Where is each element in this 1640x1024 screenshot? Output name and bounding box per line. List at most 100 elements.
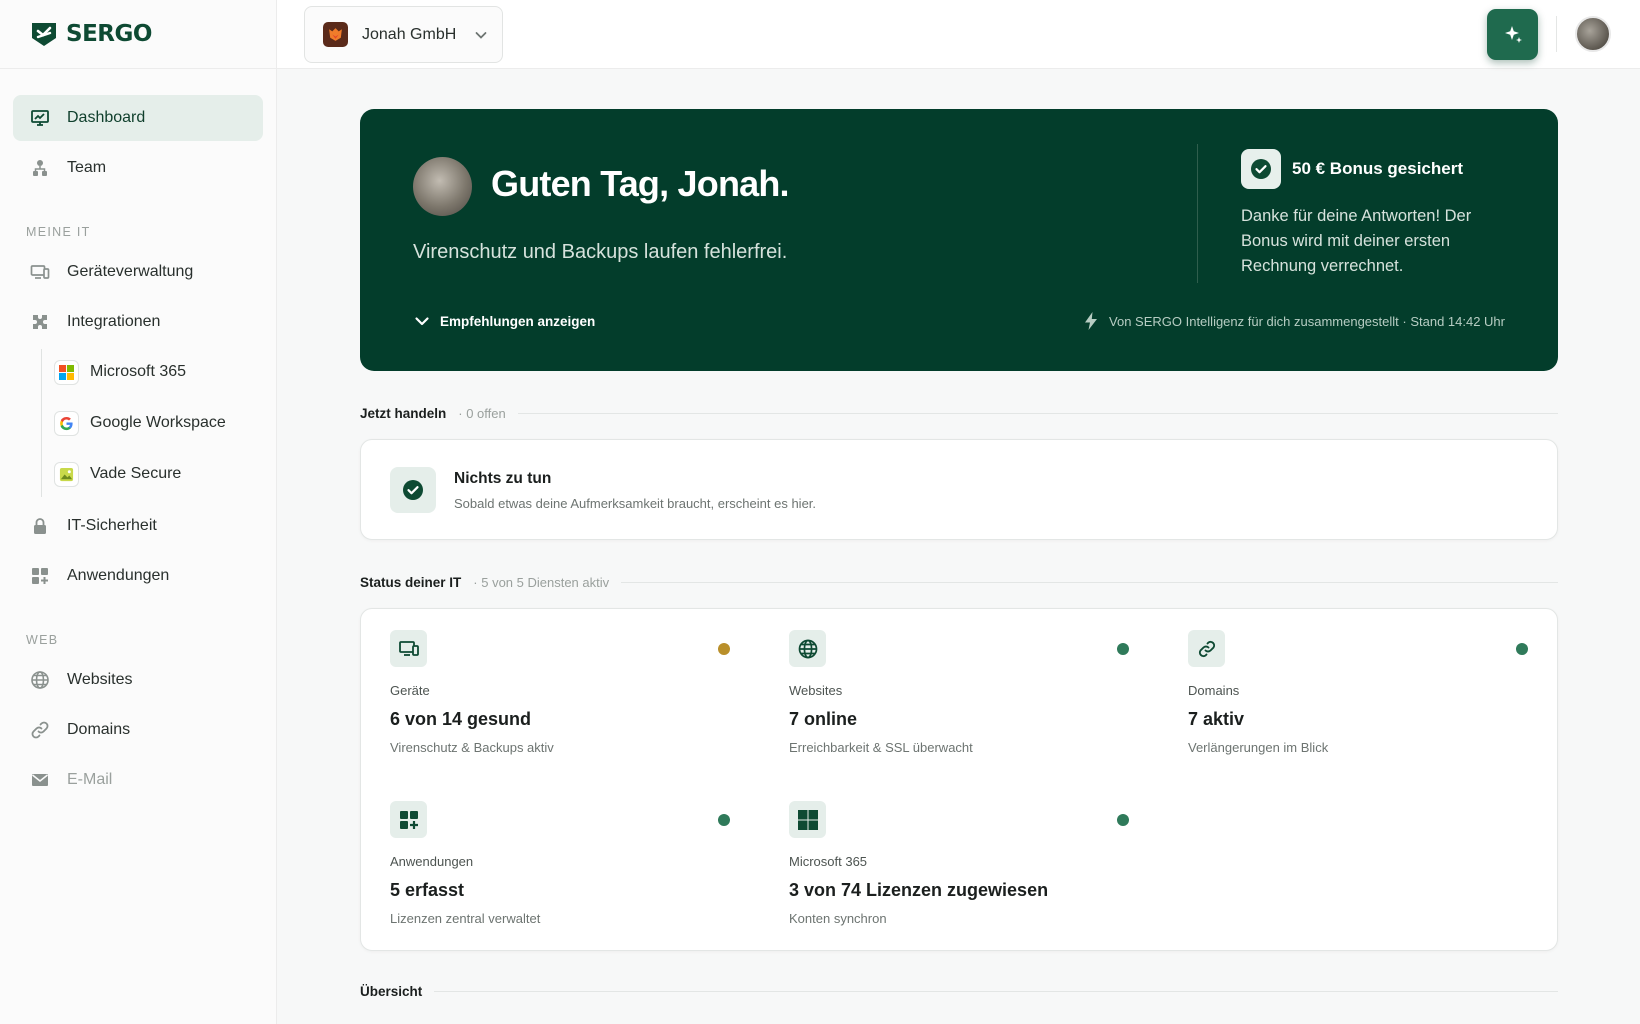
status-tile-geraete[interactable]: Geräte 6 von 14 gesund Virenschutz & Bac… bbox=[390, 630, 730, 780]
sidebar-subitem-label: Microsoft 365 bbox=[90, 363, 187, 380]
devices-icon bbox=[30, 262, 50, 282]
tile-subtitle: Erreichbarkeit & SSL überwacht bbox=[789, 740, 973, 755]
sidebar-item-label: Dashboard bbox=[67, 109, 146, 126]
apps-icon bbox=[30, 566, 50, 586]
status-tile-anwendungen[interactable]: Anwendungen 5 erfasst Lizenzen zentral v… bbox=[390, 801, 730, 951]
sidebar-item-anwendungen[interactable]: Anwendungen bbox=[13, 553, 263, 599]
user-avatar[interactable] bbox=[1575, 16, 1611, 52]
sidebar-item-label: E-Mail bbox=[67, 771, 113, 788]
tile-value: 7 online bbox=[789, 709, 858, 729]
sidebar-subitem-label: Google Workspace bbox=[90, 414, 226, 431]
sidebar-item-integrationen[interactable]: Integrationen bbox=[13, 299, 263, 345]
lock-icon bbox=[30, 516, 50, 536]
chevron-down-icon bbox=[475, 31, 487, 39]
sidebar-nav: Dashboard Team MEINE IT Geräteverwaltung… bbox=[0, 69, 276, 803]
status-tile-microsoft-365[interactable]: Microsoft 365 3 von 74 Lizenzen zugewies… bbox=[789, 801, 1129, 951]
banner-meta-text: Von SERGO Intelligenz für dich zusammeng… bbox=[1109, 313, 1505, 329]
chevron-down-icon bbox=[415, 317, 429, 326]
bonus-text: Danke für deine Antworten! Der Bonus wir… bbox=[1241, 207, 1472, 275]
welcome-banner: Guten Tag, Jonah. Virenschutz und Backup… bbox=[360, 109, 1558, 371]
sidebar-item-label: Websites bbox=[67, 671, 133, 688]
section-divider bbox=[434, 991, 1558, 992]
sidebar-subitem-vade-secure[interactable]: Vade Secure bbox=[54, 451, 263, 497]
globe-icon bbox=[30, 670, 50, 690]
brand[interactable]: SERGO bbox=[0, 0, 276, 69]
status-section-title: Status deiner IT bbox=[360, 575, 462, 590]
organization-name: Jonah GmbH bbox=[362, 25, 457, 43]
section-label-web: WEB bbox=[26, 633, 59, 647]
topbar: Jonah GmbH bbox=[277, 0, 1640, 69]
status-dot bbox=[1117, 643, 1129, 655]
banner-divider bbox=[1197, 144, 1198, 283]
welcome-subtitle: Virenschutz und Backups laufen fehlerfre… bbox=[413, 241, 788, 263]
sidebar-item-it-sicherheit[interactable]: IT-Sicherheit bbox=[13, 503, 263, 549]
sidebar-subitem-google-workspace[interactable]: Google Workspace bbox=[54, 400, 263, 446]
it-status-card: Geräte 6 von 14 gesund Virenschutz & Bac… bbox=[360, 608, 1558, 951]
actions-section-header: Jetzt handeln · 0 offen bbox=[360, 406, 1558, 421]
tile-value: 5 erfasst bbox=[390, 880, 465, 900]
sidebar-item-dashboard[interactable]: Dashboard bbox=[13, 95, 263, 141]
sidebar-item-label: Integrationen bbox=[67, 313, 161, 330]
vade-logo-icon bbox=[54, 461, 79, 487]
tile-subtitle: Verlängerungen im Blick bbox=[1188, 740, 1329, 755]
show-recommendations-label: Empfehlungen anzeigen bbox=[440, 313, 596, 329]
ai-assistant-button[interactable] bbox=[1487, 9, 1538, 60]
overview-section-title: Übersicht bbox=[360, 984, 423, 999]
status-tile-websites[interactable]: Websites 7 online Erreichbarkeit & SSL ü… bbox=[789, 630, 1129, 780]
sidebar: SERGO Dashboard Team MEINE IT Geräteverw… bbox=[0, 0, 277, 1024]
tile-subtitle: Konten synchron bbox=[789, 911, 887, 926]
sergo-logo-icon bbox=[32, 23, 56, 46]
integrations-submenu: Microsoft 365 Google Workspace Vade Secu… bbox=[41, 349, 263, 497]
tile-value: 6 von 14 gesund bbox=[390, 709, 532, 729]
status-dot bbox=[1117, 814, 1129, 826]
organization-selector[interactable]: Jonah GmbH bbox=[304, 6, 503, 63]
main-content: Guten Tag, Jonah. Virenschutz und Backup… bbox=[360, 109, 1558, 999]
tile-label: Microsoft 365 bbox=[789, 854, 868, 869]
status-dot bbox=[1516, 643, 1528, 655]
organization-logo-icon bbox=[323, 22, 348, 47]
bonus-title: 50 € Bonus gesichert bbox=[1292, 159, 1464, 178]
check-circle-icon bbox=[390, 467, 436, 513]
brand-name: SERGO bbox=[66, 21, 152, 47]
tile-subtitle: Lizenzen zentral verwaltet bbox=[390, 911, 541, 926]
actions-section-title: Jetzt handeln bbox=[360, 406, 447, 421]
status-dot bbox=[718, 643, 730, 655]
tile-label: Geräte bbox=[390, 683, 430, 698]
team-icon bbox=[30, 158, 50, 178]
sidebar-item-team[interactable]: Team bbox=[13, 145, 263, 191]
status-dot bbox=[718, 814, 730, 826]
sidebar-item-label: IT-Sicherheit bbox=[67, 517, 157, 534]
status-tile-domains[interactable]: Domains 7 aktiv Verlängerungen im Blick bbox=[1188, 630, 1528, 780]
tile-label: Websites bbox=[789, 683, 843, 698]
lightning-icon bbox=[1085, 312, 1098, 330]
welcome-title: Guten Tag, Jonah. bbox=[491, 163, 790, 204]
sidebar-item-label: Geräteverwaltung bbox=[67, 263, 194, 280]
globe-icon bbox=[789, 630, 826, 667]
show-recommendations-toggle[interactable]: Empfehlungen anzeigen bbox=[413, 312, 595, 330]
sidebar-item-email[interactable]: E-Mail bbox=[13, 757, 263, 803]
check-circle-icon bbox=[1241, 149, 1281, 189]
sidebar-item-label: Anwendungen bbox=[67, 567, 170, 584]
topbar-divider bbox=[1556, 16, 1557, 52]
sidebar-item-geraeteverwaltung[interactable]: Geräteverwaltung bbox=[13, 249, 263, 295]
empty-state-title: Nichts zu tun bbox=[454, 470, 552, 487]
tile-value: 7 aktiv bbox=[1188, 709, 1245, 729]
sidebar-subitem-microsoft-365[interactable]: Microsoft 365 bbox=[54, 349, 263, 395]
sidebar-item-websites[interactable]: Websites bbox=[13, 657, 263, 703]
status-section-header: Status deiner IT · 5 von 5 Diensten akti… bbox=[360, 575, 1558, 590]
mail-icon bbox=[30, 770, 50, 790]
google-logo-icon bbox=[54, 410, 79, 436]
sparkle-icon bbox=[1504, 25, 1522, 43]
sidebar-item-domains[interactable]: Domains bbox=[13, 707, 263, 753]
empty-state-subtitle: Sobald etwas deine Aufmerksamkeit brauch… bbox=[454, 496, 817, 511]
link-icon bbox=[1188, 630, 1225, 667]
puzzle-icon bbox=[30, 312, 50, 332]
section-divider bbox=[517, 413, 1558, 414]
microsoft-logo-icon bbox=[54, 359, 79, 385]
tile-value: 3 von 74 Lizenzen zugewiesen bbox=[789, 880, 1049, 900]
section-divider bbox=[621, 582, 1558, 583]
actions-empty-card: Nichts zu tun Sobald etwas deine Aufmerk… bbox=[360, 439, 1558, 540]
section-label-meine-it: MEINE IT bbox=[26, 225, 91, 239]
sidebar-item-label: Team bbox=[67, 159, 107, 176]
welcome-avatar bbox=[413, 157, 472, 216]
